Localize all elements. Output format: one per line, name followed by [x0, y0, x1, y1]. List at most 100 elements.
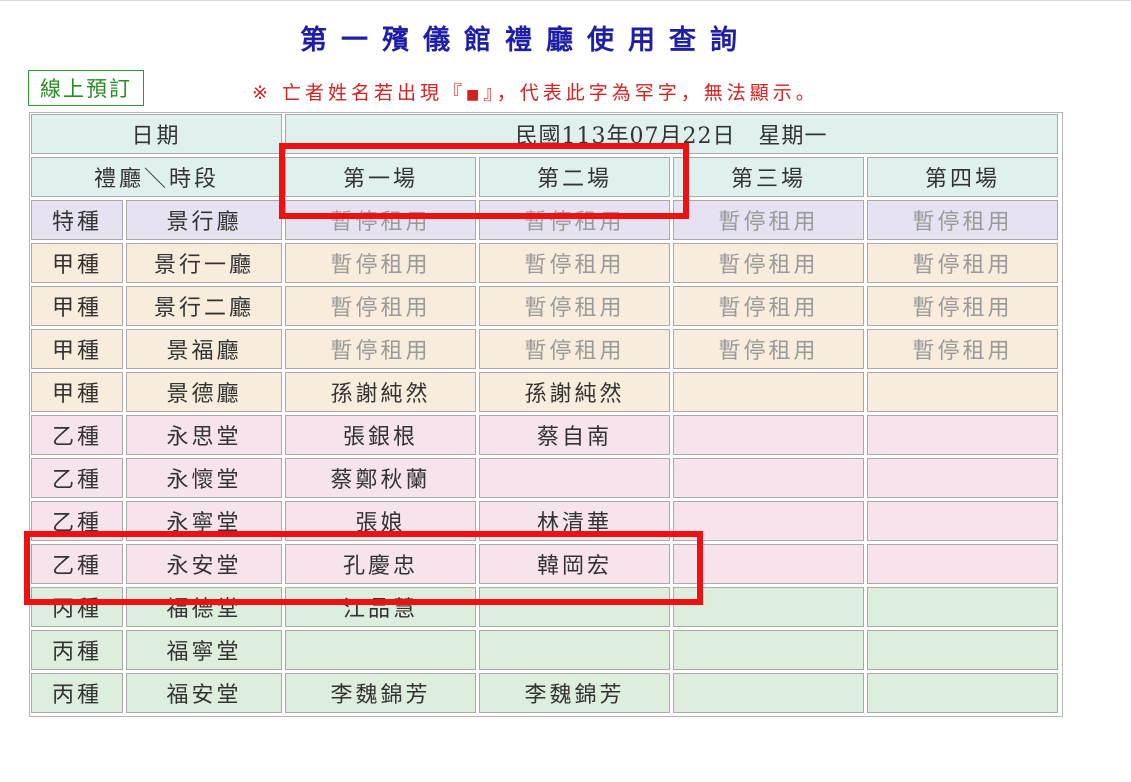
slot-cell-1	[285, 630, 476, 670]
table-row: 乙種 永懷堂 蔡鄭秋蘭	[31, 458, 1058, 498]
slot-cell-3	[673, 673, 864, 713]
slot-cell-3: 暫停租用	[673, 286, 864, 326]
slot-header-4: 第四場	[867, 157, 1058, 197]
slot-cell-4: 暫停租用	[867, 200, 1058, 240]
hall-name-cell: 永安堂	[126, 544, 282, 584]
slot-cell-3	[673, 630, 864, 670]
slot-cell-2: 李魏錦芳	[479, 673, 670, 713]
slot-cell-1: 孔慶忠	[285, 544, 476, 584]
slot-cell-3	[673, 372, 864, 412]
slot-cell-2: 暫停租用	[479, 329, 670, 369]
table-row: 丙種 福安堂 李魏錦芳 李魏錦芳	[31, 673, 1058, 713]
slot-cell-1: 暫停租用	[285, 329, 476, 369]
rare-character-notice: ※ 亡者姓名若出現『■』，代表此字為罕字，無法顯示。	[252, 78, 819, 105]
slot-cell-1: 李魏錦芳	[285, 673, 476, 713]
hall-type-cell: 乙種	[31, 458, 123, 498]
slot-cell-4	[867, 544, 1058, 584]
slot-cell-1: 暫停租用	[285, 243, 476, 283]
slot-cell-2: 孫謝純然	[479, 372, 670, 412]
slot-cell-3	[673, 544, 864, 584]
hall-type-cell: 乙種	[31, 544, 123, 584]
slot-cell-1: 暫停租用	[285, 200, 476, 240]
slot-cell-4	[867, 630, 1058, 670]
slot-cell-3	[673, 415, 864, 455]
hall-timeslot-label: 禮廳＼時段	[31, 157, 282, 197]
table-row: 甲種 景德廳 孫謝純然 孫謝純然	[31, 372, 1058, 412]
slot-cell-3	[673, 501, 864, 541]
slot-cell-2: 暫停租用	[479, 243, 670, 283]
hall-name-cell: 福寧堂	[126, 630, 282, 670]
slot-cell-1: 暫停租用	[285, 286, 476, 326]
rare-char-symbol: ■	[465, 87, 484, 103]
slot-cell-4	[867, 372, 1058, 412]
slot-cell-4	[867, 587, 1058, 627]
table-row: 乙種 永安堂 孔慶忠 韓岡宏	[31, 544, 1058, 584]
hall-name-cell: 景福廳	[126, 329, 282, 369]
slot-header-2: 第二場	[479, 157, 670, 197]
hall-type-cell: 乙種	[31, 415, 123, 455]
slot-cell-1: 孫謝純然	[285, 372, 476, 412]
table-row: 乙種 永思堂 張銀根 蔡自南	[31, 415, 1058, 455]
slot-cell-3: 暫停租用	[673, 243, 864, 283]
slot-cell-2: 暫停租用	[479, 286, 670, 326]
slot-cell-2: 林清華	[479, 501, 670, 541]
hall-type-cell: 甲種	[31, 286, 123, 326]
slot-cell-3	[673, 587, 864, 627]
slot-header-1: 第一場	[285, 157, 476, 197]
slot-cell-1: 張銀根	[285, 415, 476, 455]
hall-name-cell: 景行廳	[126, 200, 282, 240]
slot-cell-1: 張娘	[285, 501, 476, 541]
table-row: 丙種 福德堂 江品慧	[31, 587, 1058, 627]
slot-cell-2: 暫停租用	[479, 200, 670, 240]
slot-cell-4	[867, 458, 1058, 498]
table-row: 甲種 景行二廳 暫停租用 暫停租用 暫停租用 暫停租用	[31, 286, 1058, 326]
date-row: 日期 民國113年07月22日 星期一	[31, 114, 1058, 154]
hall-name-cell: 福德堂	[126, 587, 282, 627]
timeslot-header-row: 禮廳＼時段 第一場 第二場 第三場 第四場	[31, 157, 1058, 197]
slot-cell-3: 暫停租用	[673, 329, 864, 369]
hall-type-cell: 甲種	[31, 329, 123, 369]
table-row: 乙種 永寧堂 張娘 林清華	[31, 501, 1058, 541]
slot-cell-2	[479, 587, 670, 627]
slot-cell-3	[673, 458, 864, 498]
slot-cell-4: 暫停租用	[867, 329, 1058, 369]
slot-header-3: 第三場	[673, 157, 864, 197]
hall-name-cell: 景德廳	[126, 372, 282, 412]
table-row: 丙種 福寧堂	[31, 630, 1058, 670]
hall-type-cell: 特種	[31, 200, 123, 240]
page-title: 第一殯儀館禮廳使用查詢	[300, 25, 751, 56]
hall-type-cell: 乙種	[31, 501, 123, 541]
hall-schedule-table: 日期 民國113年07月22日 星期一 禮廳＼時段 第一場 第二場 第三場 第四…	[28, 111, 1061, 716]
notice-prefix: ※ 亡者姓名若出現『	[252, 82, 466, 104]
slot-cell-1: 江品慧	[285, 587, 476, 627]
slot-cell-1: 蔡鄭秋蘭	[285, 458, 476, 498]
slot-cell-4	[867, 501, 1058, 541]
online-booking-button[interactable]: 線上預訂	[28, 70, 144, 106]
hall-name-cell: 永寧堂	[126, 501, 282, 541]
slot-cell-4	[867, 673, 1058, 713]
hall-type-cell: 甲種	[31, 372, 123, 412]
slot-cell-3: 暫停租用	[673, 200, 864, 240]
slot-cell-2	[479, 458, 670, 498]
hall-type-cell: 丙種	[31, 630, 123, 670]
table-row: 特種 景行廳 暫停租用 暫停租用 暫停租用 暫停租用	[31, 200, 1058, 240]
slot-cell-2: 蔡自南	[479, 415, 670, 455]
hall-type-cell: 甲種	[31, 243, 123, 283]
date-value: 民國113年07月22日 星期一	[285, 114, 1058, 154]
top-divider	[0, 0, 1131, 1]
notice-suffix: 』，代表此字為罕字，無法顯示。	[483, 82, 819, 104]
hall-name-cell: 福安堂	[126, 673, 282, 713]
hall-name-cell: 景行二廳	[126, 286, 282, 326]
hall-name-cell: 景行一廳	[126, 243, 282, 283]
slot-cell-2: 韓岡宏	[479, 544, 670, 584]
table-row: 甲種 景行一廳 暫停租用 暫停租用 暫停租用 暫停租用	[31, 243, 1058, 283]
hall-name-cell: 永懷堂	[126, 458, 282, 498]
hall-type-cell: 丙種	[31, 587, 123, 627]
hall-type-cell: 丙種	[31, 673, 123, 713]
date-label: 日期	[31, 114, 282, 154]
slot-cell-4: 暫停租用	[867, 243, 1058, 283]
slot-cell-4	[867, 415, 1058, 455]
slot-cell-4: 暫停租用	[867, 286, 1058, 326]
table-row: 甲種 景福廳 暫停租用 暫停租用 暫停租用 暫停租用	[31, 329, 1058, 369]
slot-cell-2	[479, 630, 670, 670]
